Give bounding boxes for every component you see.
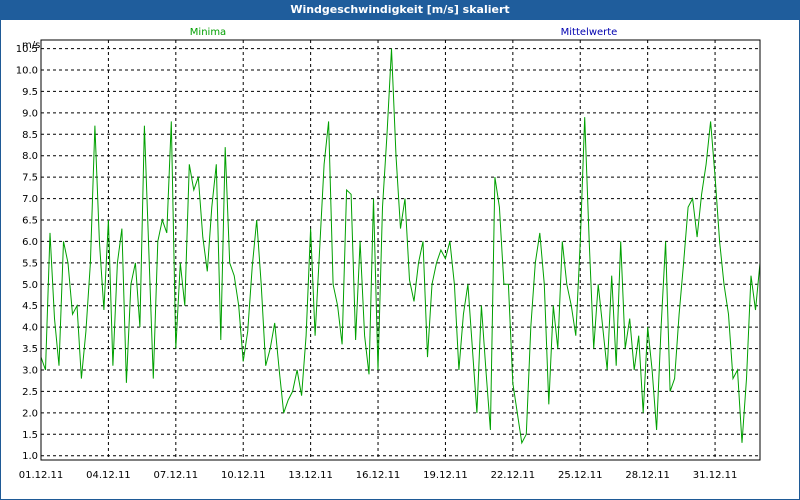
y-tick-label: 4.5 [22,301,38,312]
y-tick-label: 10.0 [16,66,38,77]
y-tick-label: 10.5 [16,44,38,55]
y-tick-label: 8.0 [22,151,38,162]
x-tick-label: 13.12.11 [288,470,333,481]
y-tick-label: 9.5 [22,87,38,98]
y-tick-label: 2.0 [22,408,38,419]
y-tick-label: 7.0 [22,194,38,205]
x-tick-label: 10.12.11 [221,470,266,481]
chart-canvas: Minima Mittelwerte m/s 1.01.52.02.53.03.… [16,27,761,481]
x-tick-label: 31.12.11 [693,470,738,481]
x-tick-label: 01.12.11 [19,470,64,481]
y-tick-label: 9.0 [22,108,38,119]
y-tick-label: 1.0 [22,451,38,462]
x-tick-label: 16.12.11 [356,470,401,481]
x-tick-label: 04.12.11 [86,470,131,481]
legend-mittelwerte: Mittelwerte [561,27,618,38]
y-tick-label: 5.0 [22,280,38,291]
legend-minima: Minima [190,27,226,38]
y-tick-label: 4.0 [22,323,38,334]
x-tick-label: 19.12.11 [423,470,468,481]
x-tick-label: 07.12.11 [154,470,199,481]
x-tick-label: 22.12.11 [491,470,536,481]
y-tick-labels: 1.0 1.5 2.0 2.5 3.0 3.5 4.0 4.5 5.0 5.5 6.0 6.5 7.0 7… [16,44,38,462]
y-tick-label: 2.5 [22,387,38,398]
y-tick-label: 8.5 [22,130,38,141]
y-tick-label: 1.5 [22,430,38,441]
y-tick-label: 3.0 [22,366,38,377]
x-tick-label: 28.12.11 [625,470,670,481]
y-tick-label: 5.5 [22,258,38,269]
series-line-minima [40,48,761,445]
y-tick-label: 3.5 [22,344,38,355]
y-tick-label: 7.5 [22,173,38,184]
y-tick-label: 6.5 [22,216,38,227]
x-tick-label: 25.12.11 [558,470,603,481]
series-layer [40,48,761,445]
x-tick-labels: 01.12.11 04.12.11 07.12.11 10.12.11 13.12.11… [19,470,738,481]
y-tick-label: 6.0 [22,237,38,248]
